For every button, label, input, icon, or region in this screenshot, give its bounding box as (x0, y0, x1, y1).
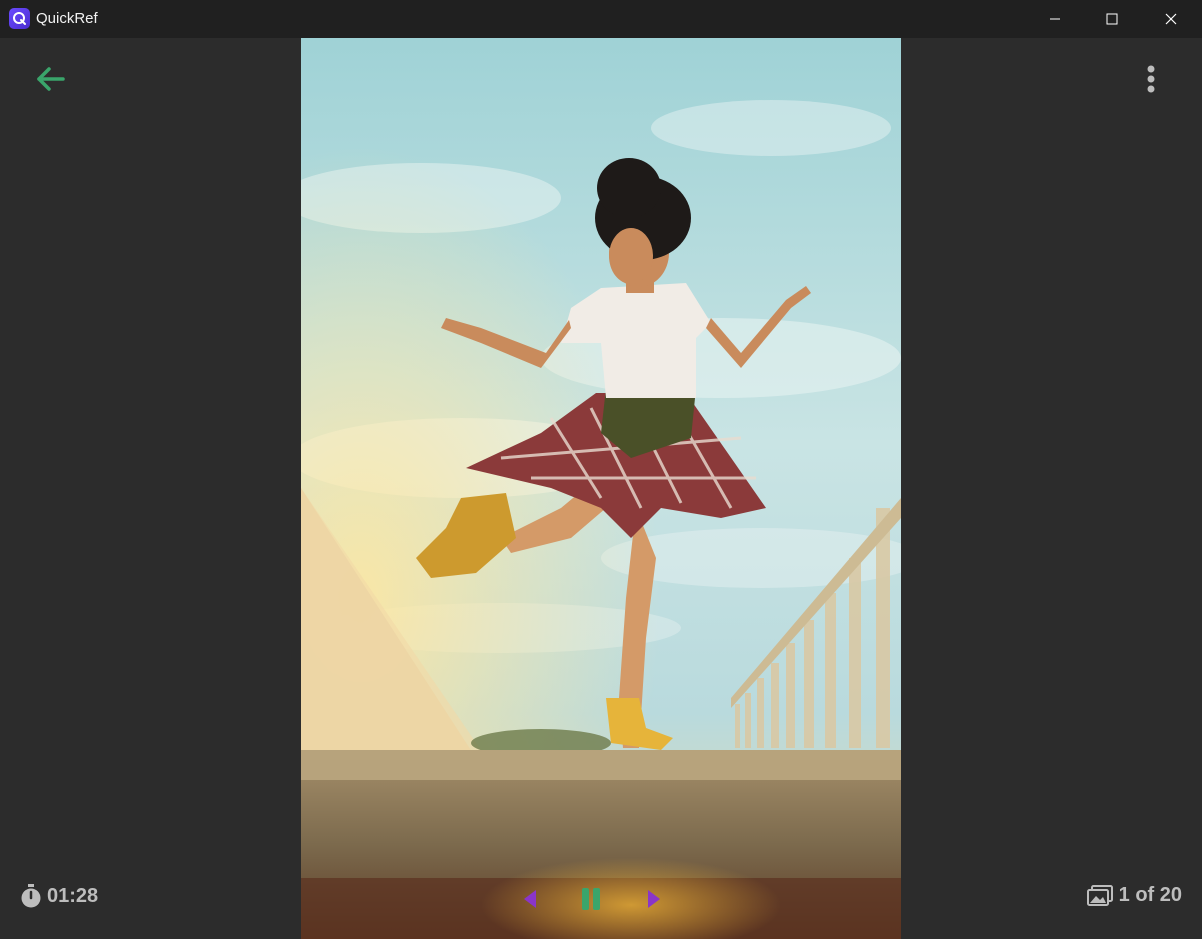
previous-button[interactable] (520, 884, 540, 914)
close-button[interactable] (1142, 0, 1200, 38)
image-counter: 1 of 20 (1086, 884, 1182, 907)
minimize-button[interactable] (1026, 0, 1084, 38)
minimize-icon (1050, 18, 1060, 20)
window-title: QuickRef (36, 10, 98, 27)
playback-controls (520, 884, 670, 914)
close-icon (1165, 13, 1177, 25)
pause-button[interactable] (578, 884, 604, 914)
pause-icon (582, 888, 600, 910)
timer-value: 01:28 (47, 884, 99, 907)
more-vertical-icon (1147, 65, 1155, 93)
maximize-icon (1106, 13, 1118, 25)
triangle-right-icon (648, 890, 660, 908)
images-icon (1086, 884, 1113, 906)
more-options-button[interactable] (1140, 62, 1162, 96)
app-window: QuickRef 01:28 1 of 20 (0, 0, 1202, 939)
back-button[interactable] (32, 64, 68, 94)
viewer-area: 01:28 1 of 20 (0, 38, 1202, 939)
triangle-left-icon (524, 890, 536, 908)
reference-photo (301, 38, 901, 939)
next-button[interactable] (644, 884, 664, 914)
session-timer: 01:28 (20, 884, 98, 908)
photo-illustration (301, 38, 901, 939)
counter-value: 1 of 20 (1118, 884, 1182, 906)
maximize-button[interactable] (1083, 0, 1141, 38)
quickref-logo-icon (9, 8, 30, 29)
arrow-left-icon (37, 67, 65, 91)
stopwatch-icon (21, 884, 41, 908)
title-bar: QuickRef (0, 0, 1202, 38)
